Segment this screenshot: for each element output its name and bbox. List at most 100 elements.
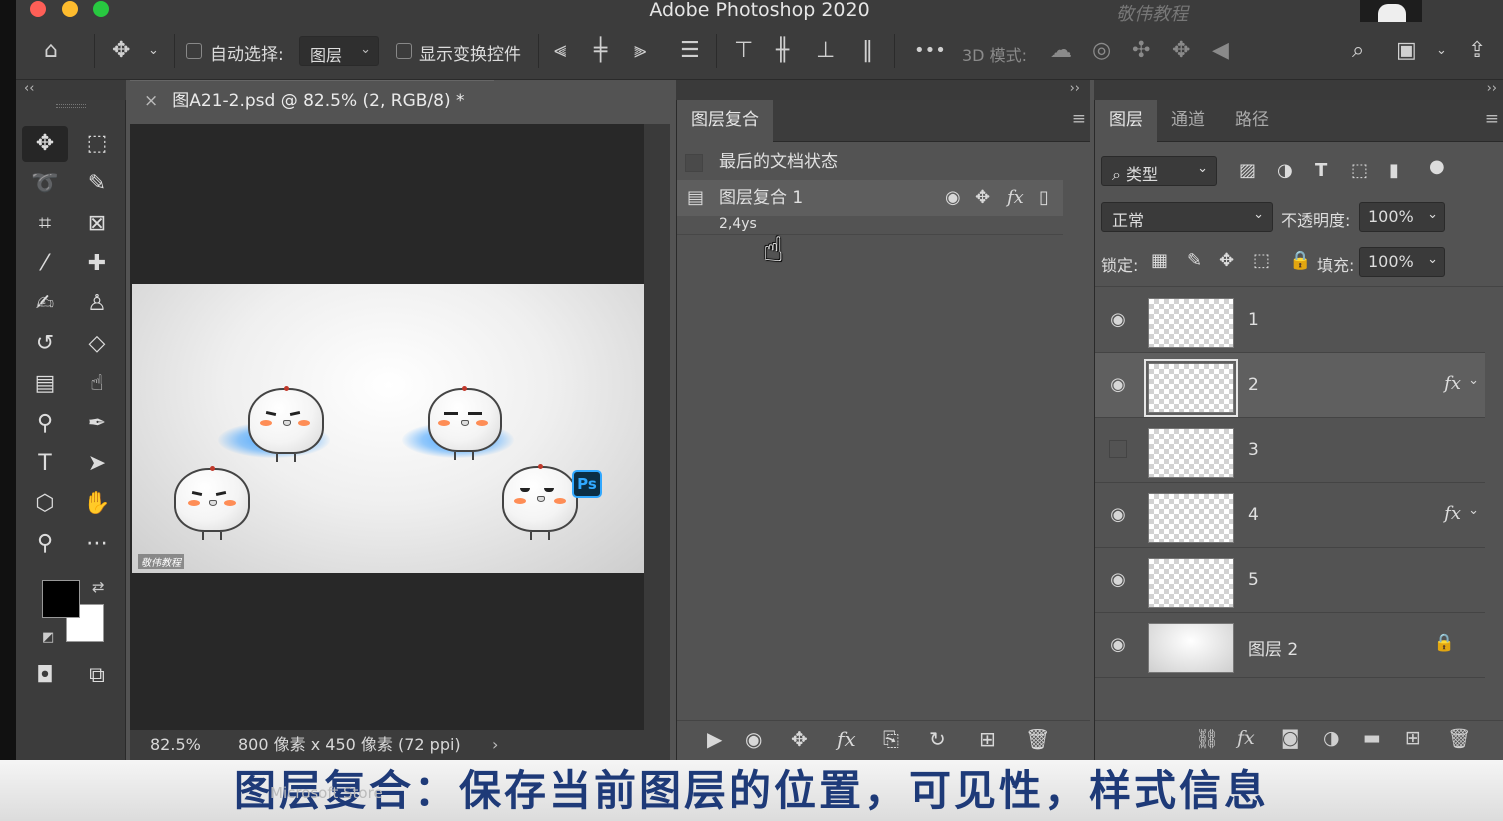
- history-brush-tool[interactable]: ↺: [22, 326, 68, 362]
- eyedropper-tool[interactable]: ⁄: [22, 246, 68, 282]
- visibility-eye-icon[interactable]: ◉: [1107, 310, 1129, 330]
- home-icon[interactable]: ⌂: [44, 38, 58, 64]
- path-select-tool[interactable]: ➤: [74, 446, 120, 482]
- tab-layers[interactable]: 图层: [1095, 100, 1157, 142]
- layer-effects-icon[interactable]: fx: [1444, 373, 1461, 394]
- layer-row[interactable]: ◉ 图层 2 🔒: [1095, 613, 1485, 678]
- frame-tool[interactable]: ⊠: [74, 206, 120, 242]
- comps-collapse-strip[interactable]: ››: [676, 80, 1090, 100]
- tab-layer-comps[interactable]: 图层复合: [677, 100, 773, 142]
- close-tab-icon[interactable]: ×: [144, 91, 158, 111]
- layers-collapse-strip[interactable]: ››: [1094, 80, 1503, 100]
- new-layer-icon[interactable]: ⊞: [1405, 727, 1421, 749]
- gradient-tool[interactable]: ▤: [22, 366, 68, 402]
- chevron-down-icon[interactable]: ⌄: [1468, 503, 1479, 518]
- lock-pixels-icon[interactable]: ✎: [1187, 250, 1202, 271]
- add-mask-icon[interactable]: ◙: [1281, 727, 1299, 749]
- maximize-window-button[interactable]: [93, 1, 109, 17]
- shape-tool[interactable]: ⬡: [22, 486, 68, 522]
- panel-menu-icon[interactable]: ≡: [1485, 111, 1499, 128]
- 3d-slide-icon[interactable]: ✥: [1172, 38, 1190, 64]
- healing-brush-tool[interactable]: ✚: [74, 246, 120, 282]
- foreground-color-swatch[interactable]: [42, 580, 80, 618]
- refresh-icon[interactable]: ↻: [929, 727, 946, 751]
- visibility-comp-icon[interactable]: ◉: [945, 180, 961, 216]
- 3d-roll-icon[interactable]: ◎: [1092, 38, 1111, 64]
- move-tool[interactable]: ✥: [22, 126, 68, 162]
- toolbar-collapse-strip[interactable]: ‹‹: [16, 80, 126, 100]
- default-colors-icon[interactable]: ◩: [42, 630, 54, 645]
- position-comp-icon[interactable]: ✥: [975, 180, 990, 216]
- align-right-icon[interactable]: ⫸: [634, 38, 646, 64]
- align-vcenter-icon[interactable]: ╫: [776, 38, 789, 64]
- panel-menu-icon[interactable]: ≡: [1072, 111, 1086, 128]
- chevron-right-icon[interactable]: ›: [492, 730, 498, 760]
- visibility-off-box[interactable]: [1109, 440, 1127, 458]
- layer-row[interactable]: 3: [1095, 418, 1485, 483]
- visibility-eye-icon[interactable]: ◉: [1107, 505, 1129, 525]
- quick-select-tool[interactable]: ✎: [74, 166, 120, 202]
- pen-tool[interactable]: ✒: [74, 406, 120, 442]
- lock-all-icon[interactable]: 🔒: [1289, 250, 1311, 271]
- lock-transparency-icon[interactable]: ▦: [1151, 250, 1168, 271]
- hand-tool[interactable]: ✋: [74, 486, 120, 522]
- screen-mode-icon[interactable]: ⧉: [74, 658, 120, 694]
- blend-mode-dropdown[interactable]: 正常 ⌄: [1101, 202, 1273, 232]
- layer-name[interactable]: 2: [1248, 375, 1259, 395]
- lock-artboard-icon[interactable]: ⬚: [1253, 250, 1270, 271]
- stamp-tool[interactable]: ♙: [74, 286, 120, 322]
- apply-style-icon[interactable]: fx: [837, 727, 856, 751]
- smart-object-comp-icon[interactable]: ▯: [1039, 180, 1049, 216]
- quick-mask-icon[interactable]: ◘: [22, 658, 68, 694]
- auto-select-checkbox[interactable]: [186, 43, 202, 59]
- show-transform-checkbox[interactable]: [396, 43, 412, 59]
- filter-type-icon[interactable]: T: [1315, 160, 1327, 181]
- layer-row[interactable]: ◉ 1: [1095, 288, 1485, 353]
- filter-toggle-icon[interactable]: ●: [1429, 156, 1445, 177]
- distribute-icon[interactable]: ☰: [680, 38, 700, 64]
- toolbar-grip[interactable]: [56, 104, 86, 108]
- document-tab[interactable]: × 图A21-2.psd @ 82.5% (2, RGB/8) *: [130, 80, 494, 124]
- search-icon[interactable]: ⌕: [1352, 38, 1364, 64]
- smudge-tool[interactable]: ☝: [74, 366, 120, 402]
- layer-name[interactable]: 4: [1248, 505, 1259, 525]
- chevron-down-icon[interactable]: ⌄: [1468, 373, 1479, 388]
- document-area[interactable]: Ps 敬伟教程: [130, 124, 645, 730]
- layer-row[interactable]: ◉ 4 fx ⌄: [1095, 483, 1485, 548]
- type-tool[interactable]: T: [22, 446, 68, 482]
- visibility-eye-icon[interactable]: ◉: [1107, 570, 1129, 590]
- visibility-eye-icon[interactable]: ◉: [1107, 635, 1129, 655]
- layer-name[interactable]: 5: [1248, 570, 1259, 590]
- auto-select-dropdown[interactable]: 图层 ⌄: [299, 36, 379, 66]
- 3d-camera-icon[interactable]: ◀: [1212, 38, 1229, 64]
- comp-row-last-state[interactable]: 最后的文档状态: [677, 144, 1063, 180]
- more-tools-icon[interactable]: ⋯: [74, 526, 120, 562]
- delete-icon[interactable]: 🗑: [1025, 727, 1050, 751]
- marquee-tool[interactable]: ⬚: [74, 126, 120, 162]
- align-top-icon[interactable]: ⊤: [734, 38, 753, 64]
- tab-channels[interactable]: 通道: [1157, 100, 1219, 142]
- comp-row-1[interactable]: ▤ 图层复合 1 ◉ ✥ fx ▯: [677, 180, 1063, 216]
- layer-row-selected[interactable]: ◉ 2 fx ⌄: [1095, 353, 1485, 418]
- share-icon[interactable]: ⇪: [1468, 38, 1486, 64]
- apply-position-icon[interactable]: ✥: [791, 727, 808, 751]
- crop-tool[interactable]: ⌗: [22, 206, 68, 242]
- style-comp-icon[interactable]: fx: [1007, 180, 1024, 216]
- move-tool-icon[interactable]: ✥: [112, 38, 130, 64]
- canvas-image[interactable]: Ps 敬伟教程: [132, 284, 645, 573]
- apply-visibility-icon[interactable]: ◉: [745, 727, 762, 751]
- layer-effects-icon[interactable]: fx: [1444, 503, 1461, 524]
- eraser-tool[interactable]: ◇: [74, 326, 120, 362]
- chevron-down-icon[interactable]: ⌄: [148, 38, 159, 64]
- workspace-icon[interactable]: ▣: [1396, 38, 1417, 64]
- link-layers-icon[interactable]: ⛓: [1195, 727, 1219, 750]
- visibility-eye-icon[interactable]: ◉: [1107, 375, 1129, 395]
- delete-layer-icon[interactable]: 🗑: [1447, 727, 1471, 750]
- dodge-tool[interactable]: ⚲: [22, 406, 68, 442]
- lasso-tool[interactable]: ➰: [22, 166, 68, 202]
- 3d-pan-icon[interactable]: ✣: [1132, 38, 1150, 64]
- layer-name[interactable]: 1: [1248, 310, 1259, 330]
- tab-paths[interactable]: 路径: [1221, 100, 1283, 142]
- fill-field[interactable]: 100% ⌄: [1359, 247, 1445, 277]
- layer-name[interactable]: 图层 2: [1248, 635, 1298, 660]
